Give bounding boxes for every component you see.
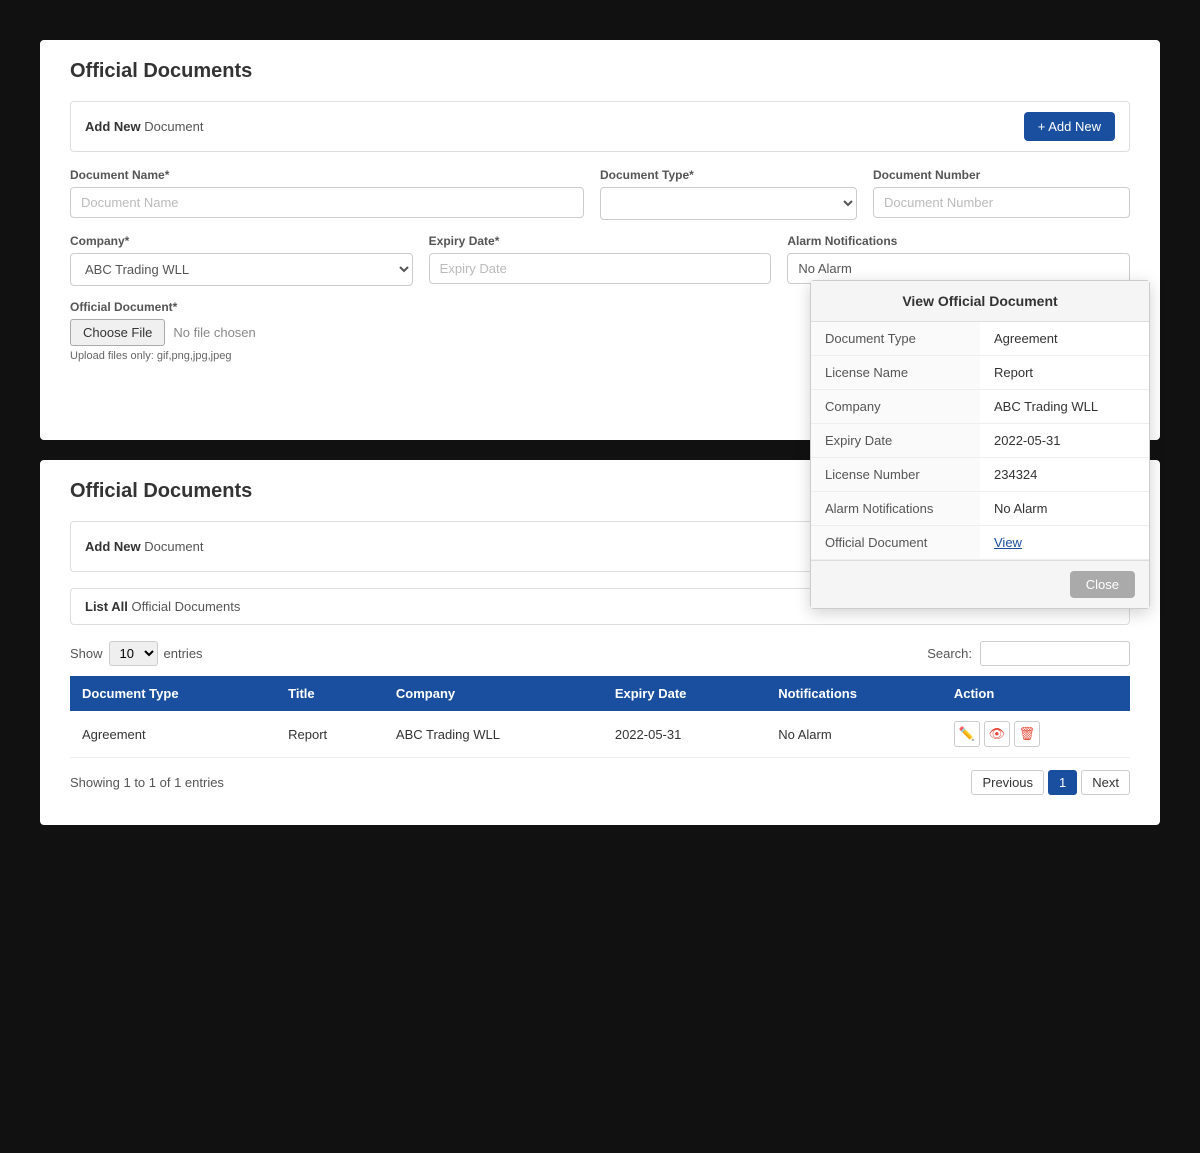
company-select[interactable]: ABC Trading WLL bbox=[70, 253, 413, 286]
view-document-modal: View Official Document Document TypeAgre… bbox=[810, 280, 1150, 609]
list-section-label: List All Official Documents bbox=[85, 599, 240, 614]
doc-number-input[interactable] bbox=[873, 187, 1130, 218]
modal-row-value: ABC Trading WLL bbox=[980, 390, 1149, 424]
modal-row-label: Alarm Notifications bbox=[811, 492, 980, 526]
showing-text: Showing 1 to 1 of 1 entries bbox=[70, 775, 224, 790]
documents-table: Document TypeTitleCompanyExpiry DateNoti… bbox=[70, 676, 1130, 758]
view-document-link[interactable]: View bbox=[994, 535, 1022, 550]
pagination-controls: Previous 1 Next bbox=[971, 770, 1130, 795]
modal-row-label: License Number bbox=[811, 458, 980, 492]
bottom-add-new-label: Add New Document bbox=[85, 539, 204, 554]
modal-row: CompanyABC Trading WLL bbox=[811, 390, 1149, 424]
modal-row-label: Company bbox=[811, 390, 980, 424]
edit-button[interactable]: ✏️ bbox=[954, 721, 980, 747]
modal-row-label: Document Type bbox=[811, 322, 980, 356]
doc-number-label: Document Number bbox=[873, 168, 1130, 182]
table-header-cell: Title bbox=[276, 676, 384, 711]
table-header-cell: Document Type bbox=[70, 676, 276, 711]
add-new-button[interactable]: + Add New bbox=[1024, 112, 1115, 141]
doc-name-group: Document Name* bbox=[70, 168, 584, 220]
action-cell: ✏️ 👁 🗑 bbox=[942, 711, 1130, 758]
form-row-2: Company* ABC Trading WLL Expiry Date* Al… bbox=[70, 234, 1130, 286]
table-cell: 2022-05-31 bbox=[603, 711, 766, 758]
action-icons: ✏️ 👁 🗑 bbox=[954, 721, 1118, 747]
modal-footer: Close bbox=[811, 560, 1149, 608]
table-header-cell: Company bbox=[384, 676, 603, 711]
modal-row-value: Report bbox=[980, 356, 1149, 390]
company-label: Company* bbox=[70, 234, 413, 248]
search-label: Search: bbox=[927, 646, 972, 661]
expiry-input[interactable] bbox=[429, 253, 772, 284]
doc-type-select[interactable]: Agreement License bbox=[600, 187, 857, 220]
search-input[interactable] bbox=[980, 641, 1130, 666]
top-panel-title: Official Documents bbox=[70, 60, 1130, 83]
table-body: AgreementReportABC Trading WLL2022-05-31… bbox=[70, 711, 1130, 758]
next-page-button[interactable]: Next bbox=[1081, 770, 1130, 795]
modal-row: License NameReport bbox=[811, 356, 1149, 390]
modal-row: Alarm NotificationsNo Alarm bbox=[811, 492, 1149, 526]
add-new-label: Add New Document bbox=[85, 119, 204, 134]
show-entries: Show 10 25 50 entries bbox=[70, 641, 203, 666]
modal-row-value: 234324 bbox=[980, 458, 1149, 492]
delete-button[interactable]: 🗑 bbox=[1014, 721, 1040, 747]
modal-row-value: Agreement bbox=[980, 322, 1149, 356]
table-cell: No Alarm bbox=[766, 711, 942, 758]
page-1-button[interactable]: 1 bbox=[1048, 770, 1077, 795]
table-cell: ABC Trading WLL bbox=[384, 711, 603, 758]
doc-type-group: Document Type* Agreement License bbox=[600, 168, 857, 220]
table-header-cell: Action bbox=[942, 676, 1130, 711]
expiry-label: Expiry Date* bbox=[429, 234, 772, 248]
doc-number-group: Document Number bbox=[873, 168, 1130, 220]
modal-table: Document TypeAgreementLicense NameReport… bbox=[811, 322, 1149, 560]
screenshot-wrapper: Official Documents Add New Document + Ad… bbox=[30, 30, 1170, 835]
doc-type-label: Document Type* bbox=[600, 168, 857, 182]
entries-label: entries bbox=[164, 646, 203, 661]
modal-row-label: Official Document bbox=[811, 526, 980, 560]
show-label: Show bbox=[70, 646, 103, 661]
modal-row-value[interactable]: View bbox=[980, 526, 1149, 560]
view-button[interactable]: 👁 bbox=[984, 721, 1010, 747]
prev-page-button[interactable]: Previous bbox=[971, 770, 1044, 795]
choose-file-button[interactable]: Choose File bbox=[70, 319, 165, 346]
modal-row: Official Document View bbox=[811, 526, 1149, 560]
alarm-group: Alarm Notifications bbox=[787, 234, 1130, 286]
modal-row-value: 2022-05-31 bbox=[980, 424, 1149, 458]
entries-select[interactable]: 10 25 50 bbox=[109, 641, 158, 666]
table-cell: Report bbox=[276, 711, 384, 758]
table-header-cell: Expiry Date bbox=[603, 676, 766, 711]
top-panel-wrapper: Official Documents Add New Document + Ad… bbox=[30, 30, 1170, 450]
table-header: Document TypeTitleCompanyExpiry DateNoti… bbox=[70, 676, 1130, 711]
modal-row: License Number234324 bbox=[811, 458, 1149, 492]
doc-name-label: Document Name* bbox=[70, 168, 584, 182]
modal-title: View Official Document bbox=[811, 281, 1149, 322]
search-box: Search: bbox=[927, 641, 1130, 666]
close-modal-button[interactable]: Close bbox=[1070, 571, 1135, 598]
add-new-section-header: Add New Document + Add New bbox=[70, 101, 1130, 152]
modal-row: Document TypeAgreement bbox=[811, 322, 1149, 356]
modal-row-label: License Name bbox=[811, 356, 980, 390]
file-name-text: No file chosen bbox=[173, 325, 255, 340]
alarm-label: Alarm Notifications bbox=[787, 234, 1130, 248]
modal-row-label: Expiry Date bbox=[811, 424, 980, 458]
form-row-1: Document Name* Document Type* Agreement … bbox=[70, 168, 1130, 220]
table-row: AgreementReportABC Trading WLL2022-05-31… bbox=[70, 711, 1130, 758]
table-cell: Agreement bbox=[70, 711, 276, 758]
modal-row-value: No Alarm bbox=[980, 492, 1149, 526]
modal-row: Expiry Date2022-05-31 bbox=[811, 424, 1149, 458]
table-controls: Show 10 25 50 entries Search: bbox=[70, 641, 1130, 666]
expiry-group: Expiry Date* bbox=[429, 234, 772, 286]
company-group: Company* ABC Trading WLL bbox=[70, 234, 413, 286]
pagination-row: Showing 1 to 1 of 1 entries Previous 1 N… bbox=[70, 770, 1130, 795]
doc-name-input[interactable] bbox=[70, 187, 584, 218]
table-header-cell: Notifications bbox=[766, 676, 942, 711]
